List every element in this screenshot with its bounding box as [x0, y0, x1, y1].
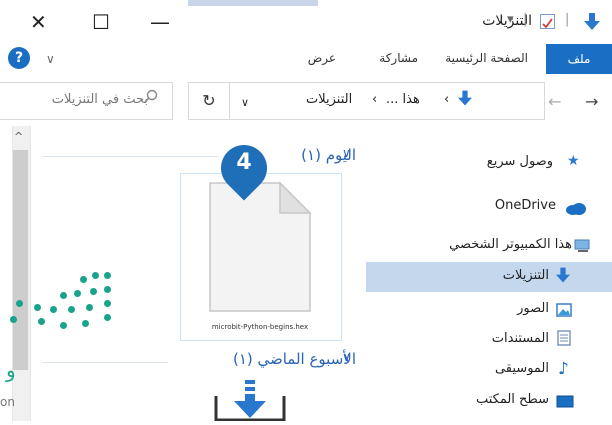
group-divider [42, 156, 218, 157]
nav-item-onedrive[interactable] [368, 193, 590, 219]
documents-icon [557, 330, 571, 350]
logo-text: و [6, 358, 16, 382]
back-button[interactable]: → [585, 92, 598, 111]
maximize-button[interactable]: ☐ [92, 10, 110, 34]
tab-file[interactable]: ملف [546, 44, 612, 74]
forward-button[interactable]: ← [548, 92, 561, 111]
cloud-icon [565, 200, 587, 219]
nav-label-music: الموسيقى [494, 361, 549, 376]
scroll-up-icon[interactable]: ^ [14, 130, 23, 143]
refresh-button[interactable]: ↻ [188, 82, 230, 120]
star-icon: ★ [567, 153, 580, 169]
breadcrumb-separator: › [444, 92, 450, 107]
breadcrumb-downloads[interactable]: التنزيلات [306, 92, 352, 107]
download-icon [584, 13, 600, 35]
pictures-icon [556, 302, 572, 321]
download-nav-icon [556, 267, 570, 288]
computer-icon [574, 238, 590, 257]
help-icon[interactable]: ? [8, 47, 30, 69]
group-divider-2 [42, 362, 168, 363]
nav-label-desktop: سطح المكتب [475, 392, 549, 407]
scroll-thumb[interactable] [13, 150, 28, 370]
nav-label-quick-access: وصول سريع [486, 154, 553, 169]
nav-label-this-pc: هذا الكمبيوتر الشخصي [449, 237, 572, 252]
search-placeholder: بحث في التنزيلات [51, 92, 148, 107]
address-dropdown-icon[interactable]: ∨ [241, 96, 249, 109]
nav-item-quick-access[interactable] [368, 150, 590, 176]
title-bar-accent [188, 0, 318, 6]
tab-view[interactable]: عرض [308, 51, 336, 65]
title-separator-2: | [565, 12, 570, 27]
nav-item-music[interactable] [368, 356, 590, 382]
nav-item-downloads[interactable] [368, 262, 612, 292]
desktop-icon [556, 393, 574, 412]
callout-number: 4 [236, 150, 252, 175]
nav-label-downloads: التنزيلات [502, 268, 549, 283]
downloads-location-icon [458, 90, 472, 111]
breadcrumb-this-pc[interactable]: هذا ... [386, 92, 420, 107]
group-header-last-week[interactable]: الأسبوع الماضي (١) [233, 350, 356, 368]
quick-access-dropdown-icon[interactable]: ▾ [507, 12, 514, 27]
group-last-week-chevron-icon[interactable]: ∨ [342, 350, 351, 364]
file-icon [208, 181, 312, 317]
nav-label-onedrive: OneDrive [494, 198, 556, 213]
minimize-button[interactable]: — [150, 10, 170, 34]
logo-subtext: on [0, 395, 15, 409]
close-button[interactable]: ✕ [30, 10, 47, 34]
nav-label-documents: المستندات [491, 331, 549, 346]
music-icon: ♪ [558, 359, 569, 379]
tab-share[interactable]: مشاركة [379, 51, 418, 65]
breadcrumb-separator-2: › [372, 92, 378, 107]
group-today-chevron-icon[interactable]: ∨ [342, 146, 351, 160]
nav-label-pictures: الصور [517, 301, 549, 316]
ribbon-collapse-icon[interactable]: ∨ [46, 52, 55, 66]
download-file-icon [214, 380, 286, 425]
title-separator: | [523, 12, 528, 27]
tab-home[interactable]: الصفحة الرئيسية [445, 51, 528, 65]
properties-icon[interactable] [540, 14, 555, 29]
file-name: microbit-Python-begins.hex [211, 323, 309, 331]
search-icon [144, 89, 158, 107]
